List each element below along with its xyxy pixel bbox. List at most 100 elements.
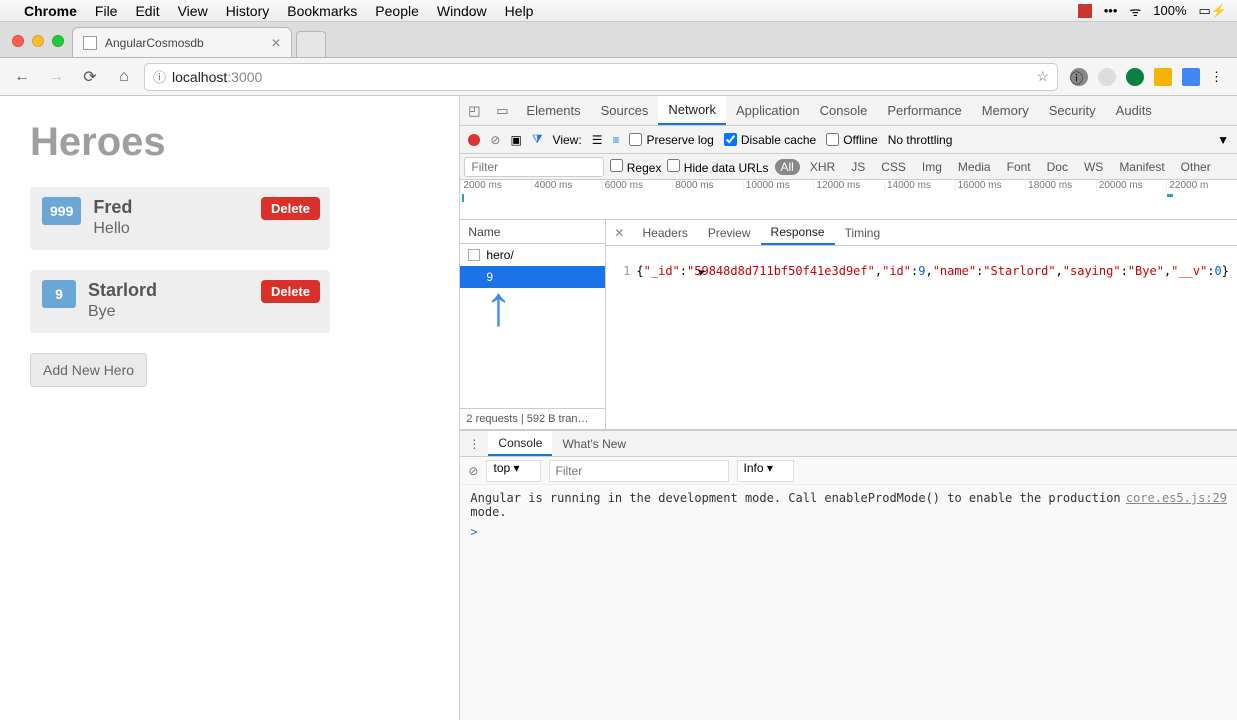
detail-tab-response[interactable]: Response	[761, 220, 835, 245]
request-name: hero/	[486, 248, 513, 262]
filter-type-font[interactable]: Font	[1001, 159, 1037, 175]
request-type-icon	[468, 249, 480, 261]
menu-view[interactable]: View	[178, 3, 208, 19]
filter-type-img[interactable]: Img	[916, 159, 948, 175]
hide-data-urls-checkbox[interactable]: Hide data URLs	[667, 159, 768, 175]
filter-type-css[interactable]: CSS	[875, 159, 912, 175]
name-column-header[interactable]: Name	[468, 225, 500, 239]
disable-cache-checkbox[interactable]: Disable cache	[724, 133, 816, 147]
menu-edit[interactable]: Edit	[135, 3, 159, 19]
ext-icon-4[interactable]	[1154, 68, 1172, 86]
ext-icon-3[interactable]	[1126, 68, 1144, 86]
console-clear-icon[interactable]: ⊘	[468, 464, 478, 478]
inspect-icon[interactable]: ◰	[460, 103, 488, 119]
console-prompt[interactable]: >	[470, 525, 1227, 539]
devtools-tab-elements[interactable]: Elements	[516, 96, 590, 125]
add-new-hero-button[interactable]: Add New Hero	[30, 353, 147, 387]
app-page: Heroes 999FredHelloDelete9StarlordByeDel…	[0, 96, 459, 720]
console-context-select[interactable]: top ▾	[486, 460, 540, 482]
menu-history[interactable]: History	[226, 3, 270, 19]
capture-screenshot-icon[interactable]: ▣	[510, 133, 521, 147]
ext-icon-1[interactable]: ⓘ	[1070, 68, 1088, 86]
detail-tab-timing[interactable]: Timing	[835, 220, 891, 245]
menu-file[interactable]: File	[95, 3, 118, 19]
menu-bookmarks[interactable]: Bookmarks	[287, 3, 357, 19]
throttling-dropdown-icon[interactable]: ▼	[1217, 133, 1229, 147]
console-filter-input[interactable]	[549, 460, 729, 482]
menubar-record-icon[interactable]	[1078, 4, 1092, 18]
ext-icon-5[interactable]	[1182, 68, 1200, 86]
hero-card[interactable]: 999FredHelloDelete	[30, 187, 330, 250]
offline-checkbox[interactable]: Offline	[826, 133, 877, 147]
request-row[interactable]: 9	[460, 266, 605, 288]
back-button[interactable]: ←	[8, 63, 36, 91]
drawer-tab-whatsnew[interactable]: What's New	[552, 431, 636, 456]
clear-button[interactable]: ⊘	[490, 133, 500, 147]
menu-app[interactable]: Chrome	[24, 3, 77, 19]
filter-type-js[interactable]: JS	[845, 159, 871, 175]
console-source-link[interactable]: core.es5.js:29	[1126, 491, 1227, 505]
close-detail-icon[interactable]: ✕	[606, 226, 632, 240]
delete-button[interactable]: Delete	[261, 280, 320, 303]
window-controls	[8, 35, 72, 57]
device-mode-icon[interactable]: ▭	[488, 103, 516, 119]
home-button[interactable]: ⌂	[110, 63, 138, 91]
console-level-select[interactable]: Info ▾	[737, 460, 794, 482]
hero-name: Fred	[93, 197, 132, 218]
filter-type-xhr[interactable]: XHR	[804, 159, 841, 175]
timeline-tick: 2000 ms	[460, 180, 531, 191]
reload-button[interactable]: ⟳	[76, 63, 104, 91]
devtools-tab-audits[interactable]: Audits	[1106, 96, 1162, 125]
browser-menu-icon[interactable]: ⋮	[1210, 69, 1223, 85]
minimize-window-button[interactable]	[32, 35, 44, 47]
devtools-tab-console[interactable]: Console	[810, 96, 878, 125]
filter-type-manifest[interactable]: Manifest	[1113, 159, 1170, 175]
bookmark-star-icon[interactable]: ☆	[1036, 68, 1049, 85]
delete-button[interactable]: Delete	[261, 197, 320, 220]
network-filter-input[interactable]	[464, 157, 604, 177]
browser-tab[interactable]: AngularCosmosdb ✕	[72, 27, 292, 57]
ext-icon-2[interactable]	[1098, 68, 1116, 86]
devtools-tab-memory[interactable]: Memory	[972, 96, 1039, 125]
regex-checkbox[interactable]: Regex	[610, 159, 661, 175]
address-bar[interactable]: ⓘ localhost:3000 ☆	[144, 63, 1058, 91]
forward-button[interactable]: →	[42, 63, 70, 91]
request-row[interactable]: hero/	[460, 244, 605, 266]
detail-tab-preview[interactable]: Preview	[698, 220, 761, 245]
devtools-tab-security[interactable]: Security	[1039, 96, 1106, 125]
close-window-button[interactable]	[12, 35, 24, 47]
menu-help[interactable]: Help	[505, 3, 534, 19]
preserve-log-checkbox[interactable]: Preserve log	[629, 133, 713, 147]
devtools-tab-performance[interactable]: Performance	[877, 96, 971, 125]
filter-type-all[interactable]: All	[775, 159, 800, 175]
drawer-tab-console[interactable]: Console	[488, 431, 552, 456]
site-info-icon[interactable]: ⓘ	[153, 67, 166, 86]
filter-type-other[interactable]: Other	[1175, 159, 1217, 175]
url-host: localhost	[172, 69, 227, 85]
zoom-window-button[interactable]	[52, 35, 64, 47]
devtools-tab-sources[interactable]: Sources	[591, 96, 659, 125]
battery-icon: ▭⚡	[1199, 3, 1227, 19]
menu-window[interactable]: Window	[437, 3, 487, 19]
detail-tab-headers[interactable]: Headers	[632, 220, 697, 245]
network-timeline[interactable]: 2000 ms4000 ms6000 ms8000 ms10000 ms1200…	[460, 180, 1237, 220]
menu-people[interactable]: People	[375, 3, 419, 19]
response-body[interactable]: 1{"_id":"59848d8d711bf50f41e3d9ef","id":…	[606, 246, 1237, 429]
throttling-select[interactable]: No throttling	[888, 133, 953, 147]
drawer-menu-icon[interactable]: ⋮	[460, 437, 488, 451]
mac-menubar: Chrome File Edit View History Bookmarks …	[0, 0, 1237, 22]
hero-card[interactable]: 9StarlordByeDelete	[30, 270, 330, 333]
filter-type-doc[interactable]: Doc	[1041, 159, 1074, 175]
devtools-tab-application[interactable]: Application	[726, 96, 810, 125]
filter-type-ws[interactable]: WS	[1078, 159, 1109, 175]
tab-close-icon[interactable]: ✕	[271, 36, 281, 50]
menubar-more-icon[interactable]: •••	[1104, 3, 1118, 18]
view-list-icon[interactable]: ☰	[592, 133, 603, 147]
view-waterfall-icon[interactable]: ≡	[612, 133, 619, 147]
new-tab-button[interactable]	[296, 31, 326, 57]
devtools-tab-network[interactable]: Network	[658, 96, 726, 125]
filter-type-media[interactable]: Media	[952, 159, 997, 175]
wifi-icon[interactable]: ᯤ	[1129, 2, 1141, 20]
record-button[interactable]	[468, 134, 480, 146]
filter-toggle-icon[interactable]: ⧩	[532, 132, 543, 147]
